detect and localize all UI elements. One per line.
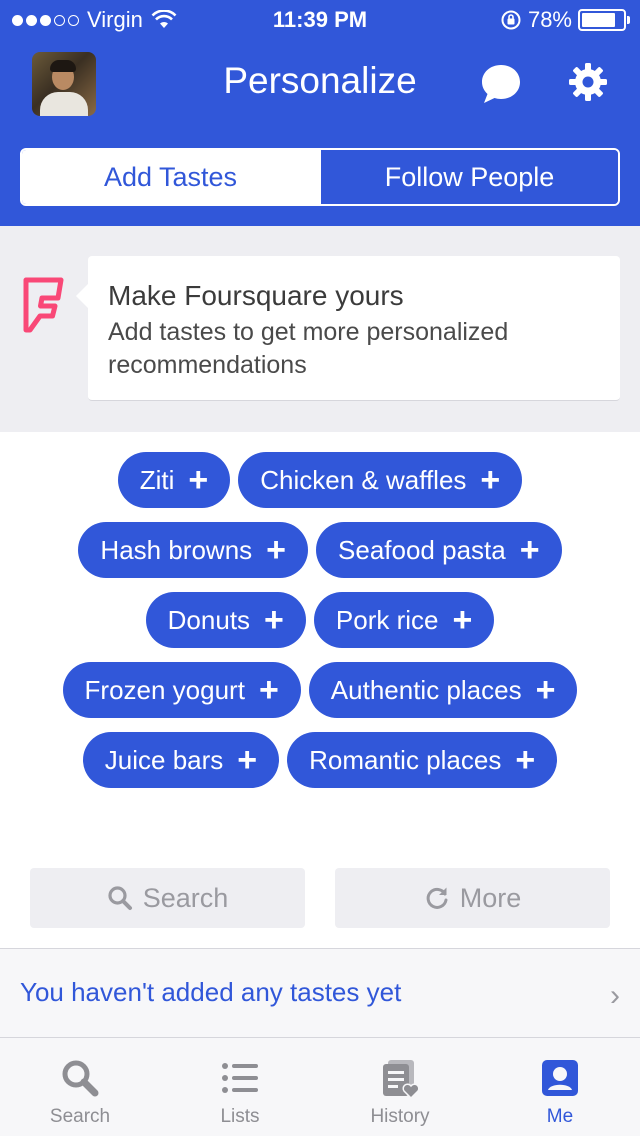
no-tastes-row[interactable]: You haven't added any tastes yet ›: [0, 949, 640, 1037]
chip-row: Donuts + Pork rice +: [0, 592, 640, 648]
more-tastes-button[interactable]: More: [335, 868, 610, 928]
taste-chips: Ziti + Chicken & waffles + Hash browns + Se…: [0, 452, 640, 802]
taste-chip[interactable]: Seafood pasta +: [316, 522, 562, 578]
tab-history-label: History: [370, 1106, 430, 1127]
taste-chip[interactable]: Authentic places +: [308, 662, 578, 718]
taste-label: Romantic places: [309, 744, 502, 775]
plus-icon: +: [515, 741, 536, 779]
taste-label: Seafood pasta: [338, 534, 506, 565]
taste-label: Juice bars: [104, 744, 224, 775]
segment-area: Add Tastes Follow People: [0, 128, 640, 226]
tab-follow-people[interactable]: Follow People: [319, 150, 618, 204]
tab-me-label: Me: [546, 1106, 574, 1127]
tab-search-label: Search: [49, 1106, 111, 1127]
battery-status: 78%: [500, 7, 630, 33]
chip-row: Hash browns + Seafood pasta +: [0, 522, 640, 578]
foursquare-logo-icon: [23, 277, 64, 333]
tab-history[interactable]: History: [320, 1038, 480, 1136]
tab-bar: Search Lists History Me: [0, 1037, 640, 1136]
more-tastes-label: More: [459, 882, 522, 913]
chat-bubble-icon[interactable]: [479, 62, 523, 106]
plus-icon: +: [480, 461, 501, 499]
search-icon: [108, 886, 132, 910]
plus-icon: +: [535, 671, 556, 709]
tab-me[interactable]: Me: [480, 1038, 640, 1136]
taste-label: Frozen yogurt: [84, 674, 245, 705]
list-icon: [222, 1063, 258, 1093]
intro-card: Make Foursquare yours Add tastes to get …: [76, 256, 620, 401]
taste-label: Authentic places: [330, 674, 522, 705]
search-tastes-button[interactable]: Search: [30, 868, 305, 928]
refresh-icon: [426, 887, 448, 909]
status-bar: Virgin 11:39 PM 78%: [0, 0, 640, 40]
plus-icon: +: [452, 601, 473, 639]
tab-lists[interactable]: Lists: [160, 1038, 320, 1136]
profile-icon: [542, 1060, 578, 1096]
intro-section: Make Foursquare yours Add tastes to get …: [0, 226, 640, 432]
search-tastes-label: Search: [142, 882, 229, 913]
plus-icon: +: [258, 671, 279, 709]
taste-chip[interactable]: Chicken & waffles +: [238, 452, 523, 508]
plus-icon: +: [264, 601, 284, 639]
search-tab-icon: [62, 1060, 99, 1097]
segmented-control: Add Tastes Follow People: [20, 148, 620, 206]
taste-chip[interactable]: Hash browns +: [78, 522, 309, 578]
taste-label: Chicken & waffles: [260, 464, 467, 495]
history-icon: [383, 1060, 420, 1100]
rotation-lock-icon: [501, 10, 521, 30]
taste-label: Ziti: [139, 464, 175, 495]
taste-chip[interactable]: Donuts +: [145, 592, 306, 648]
chip-row: Frozen yogurt + Authentic places +: [0, 662, 640, 718]
plus-icon: +: [519, 531, 540, 569]
intro-title: Make Foursquare yours: [108, 280, 404, 311]
taste-chip[interactable]: Ziti +: [117, 452, 231, 508]
taste-chip[interactable]: Frozen yogurt +: [62, 662, 301, 718]
taste-chip[interactable]: Romantic places +: [287, 732, 558, 788]
plus-icon: +: [237, 741, 258, 779]
taste-chip[interactable]: Pork rice +: [313, 592, 495, 648]
chip-row: Ziti + Chicken & waffles +: [0, 452, 640, 508]
plus-icon: +: [266, 531, 287, 569]
battery-percent: 78%: [527, 7, 572, 32]
gear-icon[interactable]: [568, 62, 608, 102]
taste-label: Pork rice: [335, 604, 439, 635]
intro-text: Add tastes to get more personalized reco…: [108, 318, 509, 379]
tab-lists-label: Lists: [220, 1106, 260, 1127]
no-tastes-text: You haven't added any tastes yet: [20, 977, 402, 1007]
taste-chip[interactable]: Juice bars +: [82, 732, 280, 788]
taste-label: Hash browns: [100, 534, 253, 565]
chip-row: Juice bars + Romantic places +: [0, 732, 640, 788]
tab-add-tastes[interactable]: Add Tastes: [22, 150, 319, 204]
tab-search[interactable]: Search: [0, 1038, 160, 1136]
chevron-right-icon: ›: [610, 979, 620, 1012]
page-title: Personalize: [223, 60, 417, 101]
taste-label: Donuts: [167, 604, 251, 635]
battery-icon: [578, 9, 630, 31]
plus-icon: +: [188, 461, 209, 499]
nav-bar: Personalize: [0, 40, 640, 128]
